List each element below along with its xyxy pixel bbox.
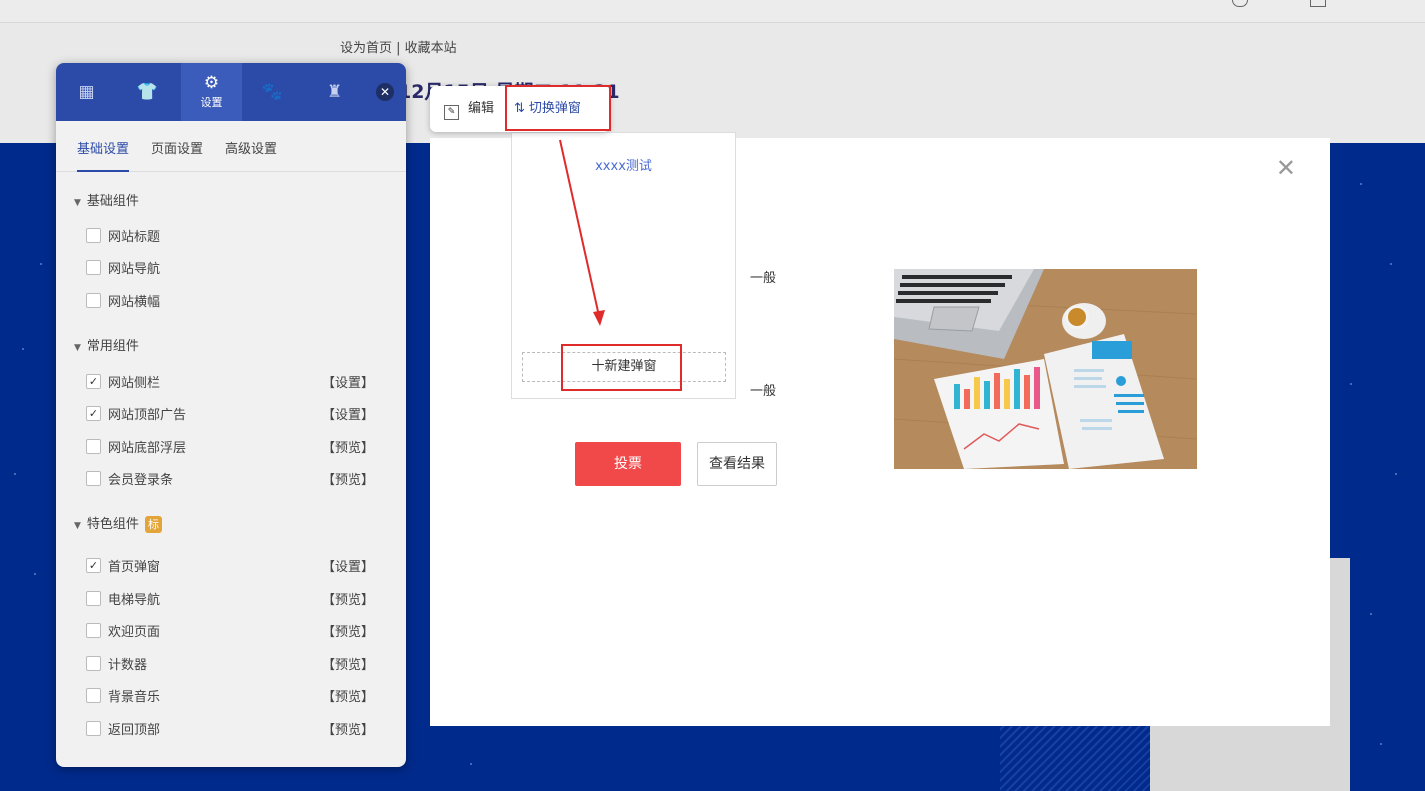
item-action-link[interactable]: 【设置】 xyxy=(322,372,374,391)
panel-close-button[interactable]: ✕ xyxy=(376,83,394,101)
item-action-link[interactable]: 【预览】 xyxy=(322,654,374,673)
list-item: 返回顶部 【预览】 xyxy=(86,719,376,739)
desk-photo-illustration xyxy=(894,269,1197,469)
close-icon: ✕ xyxy=(1275,154,1296,182)
subtab-advanced[interactable]: 高级设置 xyxy=(225,138,277,157)
grid-icon: ▦ xyxy=(78,82,95,102)
tab-settings-label: 设置 xyxy=(200,96,223,109)
top-bar xyxy=(0,0,1425,23)
item-name: 网站横幅 xyxy=(108,295,161,310)
item-action-link[interactable]: 【设置】 xyxy=(322,556,374,575)
group-title-common[interactable]: ▼ 常用组件 xyxy=(74,335,139,354)
checkbox[interactable] xyxy=(86,260,101,275)
paw-icon: 🐾 xyxy=(261,82,284,102)
item-name: 欢迎页面 xyxy=(108,625,161,640)
item-name: 背景音乐 xyxy=(108,690,161,705)
dialog-close-button[interactable]: ✕ xyxy=(1276,156,1296,180)
tab-plugins[interactable]: 🐾 xyxy=(242,63,303,121)
subtab-basic[interactable]: 基础设置 xyxy=(77,138,130,172)
item-name: 网站侧栏 xyxy=(108,376,161,391)
edit-button[interactable]: ✎ 编辑 xyxy=(444,86,494,132)
tab-theme[interactable]: 👕 xyxy=(117,63,178,121)
list-item: 计数器 【预览】 xyxy=(86,654,376,674)
item-name: 网站导航 xyxy=(108,262,161,277)
settings-panel: ▦ 👕 ⚙ 设置 🐾 ♜ ✕ 基础设置 页面设置 高级设置 ▼ 基础组件 网站标题… xyxy=(56,63,406,767)
checkbox-checked[interactable]: ✓ xyxy=(86,374,101,389)
list-item: 网站导航 xyxy=(86,258,376,278)
list-item: ✓ 首页弹窗 【设置】 xyxy=(86,556,376,576)
vote-option-1[interactable]: 一般 xyxy=(750,267,776,286)
shirt-icon: 👕 xyxy=(136,82,159,102)
item-name: 网站底部浮层 xyxy=(108,441,187,456)
edit-label: 编辑 xyxy=(468,101,495,116)
group-title-text: 特色组件 xyxy=(86,517,139,532)
checkbox[interactable] xyxy=(86,688,101,703)
group-title-basic[interactable]: ▼ 基础组件 xyxy=(74,190,139,209)
item-name: 网站顶部广告 xyxy=(108,408,187,423)
item-action-link[interactable]: 【设置】 xyxy=(322,404,374,423)
feature-badge: 标 xyxy=(144,516,162,533)
checkbox[interactable] xyxy=(86,439,101,454)
edit-icon: ✎ xyxy=(444,105,459,120)
list-item: ✓ 网站顶部广告 【设置】 xyxy=(86,404,376,424)
list-item: 欢迎页面 【预览】 xyxy=(86,621,376,641)
item-name: 返回顶部 xyxy=(108,723,161,738)
help-icon[interactable] xyxy=(1232,0,1248,7)
desk-photo xyxy=(894,269,1197,469)
vote-option-2[interactable]: 一般 xyxy=(750,380,776,399)
group-title-special[interactable]: ▼ 特色组件标 xyxy=(74,513,162,533)
item-action-link[interactable]: 【预览】 xyxy=(322,719,374,738)
checkbox[interactable] xyxy=(86,721,101,736)
item-action-link[interactable]: 【预览】 xyxy=(322,686,374,705)
popup-item[interactable]: xxxx测试 xyxy=(512,155,735,174)
user-icon[interactable] xyxy=(1310,0,1326,7)
item-action-link[interactable]: 【预览】 xyxy=(322,621,374,640)
list-item: 背景音乐 【预览】 xyxy=(86,686,376,706)
tab-layout[interactable]: ▦ xyxy=(56,63,117,121)
panel-tab-bar: ▦ 👕 ⚙ 设置 🐾 ♜ ✕ xyxy=(56,63,406,121)
caret-down-icon: ▼ xyxy=(74,521,81,531)
group-title-text: 基础组件 xyxy=(86,194,139,209)
list-item: 网站底部浮层 【预览】 xyxy=(86,437,376,457)
item-action-link[interactable]: 【预览】 xyxy=(322,437,374,456)
list-item: 网站标题 xyxy=(86,226,376,246)
gear-icon: ⚙ xyxy=(203,73,220,93)
item-name: 网站标题 xyxy=(108,230,161,245)
checkbox-checked[interactable]: ✓ xyxy=(86,406,101,421)
list-item: 网站横幅 xyxy=(86,291,376,311)
panel-subtabs: 基础设置 页面设置 高级设置 xyxy=(56,121,406,172)
list-item: 电梯导航 【预览】 xyxy=(86,589,376,609)
list-item: ✓ 网站侧栏 【设置】 xyxy=(86,372,376,392)
item-name: 电梯导航 xyxy=(108,593,161,608)
highlight-box-new xyxy=(561,344,682,391)
header-links[interactable]: 设为首页 | 收藏本站 xyxy=(340,37,457,56)
subtab-page[interactable]: 页面设置 xyxy=(151,138,203,157)
checkbox[interactable] xyxy=(86,471,101,486)
checkbox[interactable] xyxy=(86,228,101,243)
checkbox[interactable] xyxy=(86,623,101,638)
checkbox[interactable] xyxy=(86,656,101,671)
close-icon: ✕ xyxy=(379,85,391,99)
checkbox[interactable] xyxy=(86,293,101,308)
view-results-button[interactable]: 查看结果 xyxy=(697,442,777,486)
checkbox[interactable] xyxy=(86,591,101,606)
tab-settings[interactable]: ⚙ 设置 xyxy=(181,63,242,121)
vote-button[interactable]: 投票 xyxy=(575,442,681,486)
checkbox-checked[interactable]: ✓ xyxy=(86,558,101,573)
tab-tools[interactable]: ♜ xyxy=(304,63,365,121)
item-name: 首页弹窗 xyxy=(108,560,161,575)
caret-down-icon: ▼ xyxy=(74,198,81,208)
item-action-link[interactable]: 【预览】 xyxy=(322,469,374,488)
item-name: 计数器 xyxy=(108,658,148,673)
robot-icon: ♜ xyxy=(326,82,343,102)
item-action-link[interactable]: 【预览】 xyxy=(322,589,374,608)
item-name: 会员登录条 xyxy=(108,473,174,488)
group-title-text: 常用组件 xyxy=(86,339,139,354)
caret-down-icon: ▼ xyxy=(74,343,81,353)
highlight-box-switch xyxy=(505,85,611,131)
list-item: 会员登录条 【预览】 xyxy=(86,469,376,489)
